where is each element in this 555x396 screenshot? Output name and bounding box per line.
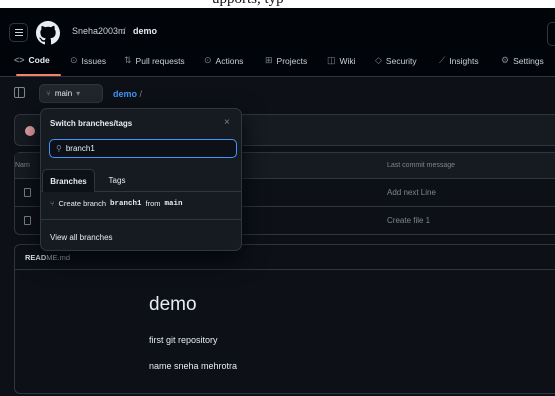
tab-insights[interactable]: ⟋ Insights	[439, 55, 479, 66]
active-tab-underline	[16, 74, 61, 76]
dropdown-tabs: Branches Tags	[41, 169, 241, 192]
tab-branches[interactable]: Branches	[42, 169, 95, 192]
branch-search-input[interactable]: ⚲ branch1	[49, 139, 237, 158]
wiki-icon: ◫	[327, 55, 336, 65]
readme-line: name sneha mehrotra	[149, 361, 238, 371]
readme-line: first git repository	[149, 335, 218, 345]
code-icon: <>	[14, 55, 25, 65]
github-logo-icon[interactable]	[36, 21, 60, 45]
git-branch-icon: ⑂	[46, 89, 51, 98]
name-column-header: Nam	[15, 162, 30, 169]
projects-icon: ⊞	[265, 55, 273, 65]
git-branch-icon: ⑂	[50, 199, 55, 208]
repo-name-link[interactable]: demo	[133, 26, 157, 36]
commit-message[interactable]: Create file 1	[387, 216, 430, 225]
close-icon[interactable]: ×	[224, 117, 230, 128]
create-branch-item[interactable]: ⑂ Create branch branch1 from main	[50, 199, 183, 208]
readme-tab[interactable]: README.md	[25, 253, 70, 262]
menu-button[interactable]	[9, 23, 28, 42]
file-icon	[24, 216, 31, 225]
divider	[41, 219, 241, 220]
pull-request-icon: ⇅	[124, 55, 132, 65]
breadcrumb[interactable]: demo /	[113, 89, 142, 99]
tab-issues[interactable]: ⊙ Issues	[70, 55, 106, 66]
tab-settings[interactable]: ⚙ Settings	[501, 55, 544, 66]
issues-icon: ⊙	[70, 55, 78, 65]
view-all-branches-link[interactable]: View all branches	[50, 233, 113, 242]
tab-projects[interactable]: ⊞ Projects	[265, 55, 307, 66]
chevron-down-icon: ▾	[76, 89, 81, 98]
tab-tags[interactable]: Tags	[99, 169, 135, 191]
shield-icon: ◇	[375, 55, 382, 65]
gear-icon: ⚙	[501, 55, 510, 65]
dropdown-title: Switch branches/tags	[50, 119, 133, 128]
commit-message[interactable]: Add next Line	[387, 188, 436, 197]
avatar[interactable]	[25, 126, 35, 136]
search-value: branch1	[65, 144, 95, 153]
search-icon: ⚲	[56, 144, 62, 153]
file-icon	[24, 188, 31, 197]
tab-code[interactable]: <> Code	[14, 55, 50, 65]
caption-fragment: upports, typ	[212, 0, 284, 8]
tab-actions[interactable]: ⊙ Actions	[204, 55, 243, 66]
readme-panel: README.md demo first git repository name…	[14, 244, 555, 394]
tab-wiki[interactable]: ◫ Wiki	[327, 55, 356, 66]
header-right-control[interactable]	[547, 22, 555, 46]
readme-title: demo	[149, 294, 197, 315]
branch-switch-dropdown: Switch branches/tags × ⚲ branch1 Branche…	[40, 108, 242, 251]
repo-header: Sneha2003m / demo <> Code ⊙ Issues ⇅ Pull r…	[0, 8, 555, 77]
repo-owner-link[interactable]: Sneha2003m	[72, 26, 126, 36]
tab-security[interactable]: ◇ Security	[375, 55, 417, 66]
expand-file-tree-icon[interactable]	[14, 87, 25, 98]
commit-column-header: Last commit message	[387, 162, 456, 169]
branch-select-button[interactable]: ⑂ main ▾	[39, 84, 103, 103]
branch-name: main	[54, 89, 73, 98]
repo-separator: /	[123, 26, 126, 36]
graph-icon: ⟋	[439, 55, 446, 65]
actions-icon: ⊙	[204, 55, 212, 65]
caption-strip: upports, typ	[0, 0, 555, 8]
tab-pull-requests[interactable]: ⇅ Pull requests	[124, 55, 185, 66]
